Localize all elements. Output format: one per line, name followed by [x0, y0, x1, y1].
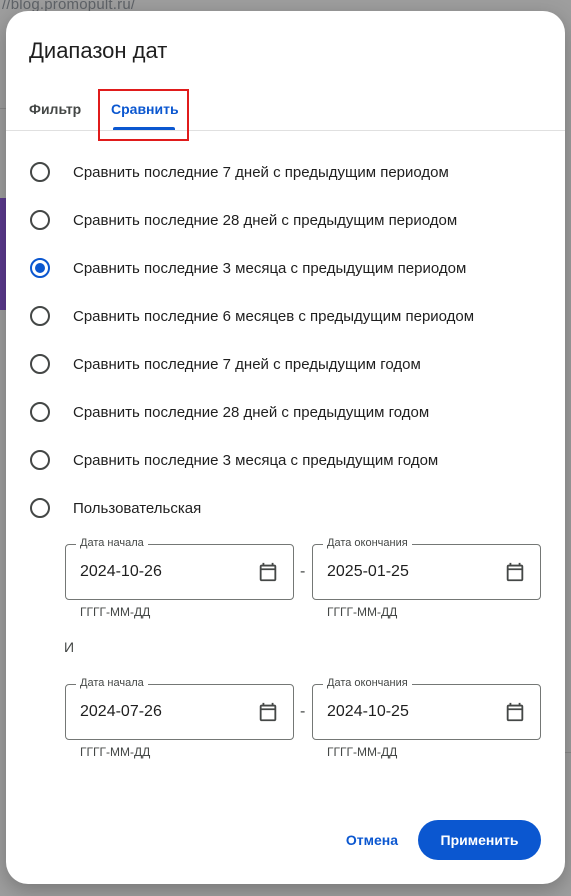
range2-start-date-field[interactable]: Дата начала 2024-07-26: [65, 677, 294, 740]
and-label: И: [64, 639, 75, 655]
radio-button[interactable]: [30, 306, 50, 326]
range2-end-date-field[interactable]: Дата окончания 2024-10-25: [312, 677, 541, 740]
date-field-label: Дата начала: [76, 537, 148, 549]
apply-button[interactable]: Применить: [418, 820, 541, 860]
option-3-months-prev-year[interactable]: Сравнить последние 3 месяца с предыдущим…: [30, 445, 438, 475]
option-label: Пользовательская: [73, 499, 202, 517]
tab-bar: Фильтр Сравнить: [6, 93, 565, 131]
radio-button[interactable]: [30, 402, 50, 422]
tab-highlight-box: [98, 89, 189, 141]
calendar-icon[interactable]: [257, 561, 279, 583]
date-field-value[interactable]: 2024-07-26: [80, 703, 162, 721]
date-format-hint: ГГГГ-ММ-ДД: [327, 605, 398, 619]
option-7-days-prev-year[interactable]: Сравнить последние 7 дней с предыдущим г…: [30, 349, 421, 379]
dialog-title: Диапазон дат: [29, 38, 168, 63]
background-divider: [565, 752, 571, 753]
date-field-label: Дата начала: [76, 677, 148, 689]
option-custom[interactable]: Пользовательская: [30, 493, 201, 523]
radio-button[interactable]: [30, 354, 50, 374]
date-field-value[interactable]: 2024-10-25: [327, 703, 409, 721]
radio-button[interactable]: [30, 210, 50, 230]
cancel-button[interactable]: Отмена: [332, 823, 412, 857]
range1-end-date-field[interactable]: Дата окончания 2025-01-25: [312, 537, 541, 600]
option-7-days-prev-period[interactable]: Сравнить последние 7 дней с предыдущим п…: [30, 157, 449, 187]
date-field-label: Дата окончания: [323, 677, 412, 689]
calendar-icon[interactable]: [504, 561, 526, 583]
date-field-value[interactable]: 2025-01-25: [327, 563, 409, 581]
date-field-value[interactable]: 2024-10-26: [80, 563, 162, 581]
radio-button[interactable]: [30, 162, 50, 182]
option-label: Сравнить последние 7 дней с предыдущим п…: [73, 163, 449, 181]
range1-start-date-field[interactable]: Дата начала 2024-10-26: [65, 537, 294, 600]
option-6-months-prev-period[interactable]: Сравнить последние 6 месяцев с предыдущи…: [30, 301, 474, 331]
option-label: Сравнить последние 28 дней с предыдущим …: [73, 403, 430, 421]
range-separator: -: [300, 703, 306, 720]
tab-filter[interactable]: Фильтр: [29, 101, 81, 117]
option-label: Сравнить последние 28 дней с предыдущим …: [73, 211, 458, 229]
date-range-dialog: Диапазон дат Фильтр Сравнить Сравнить по…: [6, 11, 565, 884]
option-label: Сравнить последние 7 дней с предыдущим г…: [73, 355, 421, 373]
date-format-hint: ГГГГ-ММ-ДД: [327, 745, 398, 759]
option-label: Сравнить последние 3 месяца с предыдущим…: [73, 259, 467, 277]
date-field-label: Дата окончания: [323, 537, 412, 549]
option-label: Сравнить последние 6 месяцев с предыдущи…: [73, 307, 475, 325]
option-28-days-prev-period[interactable]: Сравнить последние 28 дней с предыдущим …: [30, 205, 457, 235]
radio-button-checked[interactable]: [30, 258, 50, 278]
option-3-months-prev-period[interactable]: Сравнить последние 3 месяца с предыдущим…: [30, 253, 466, 283]
date-format-hint: ГГГГ-ММ-ДД: [80, 745, 151, 759]
range-separator: -: [300, 563, 306, 580]
option-label: Сравнить последние 3 месяца с предыдущим…: [73, 451, 439, 469]
option-28-days-prev-year[interactable]: Сравнить последние 28 дней с предыдущим …: [30, 397, 429, 427]
radio-button[interactable]: [30, 498, 50, 518]
date-format-hint: ГГГГ-ММ-ДД: [80, 605, 151, 619]
calendar-icon[interactable]: [504, 701, 526, 723]
radio-button[interactable]: [30, 450, 50, 470]
calendar-icon[interactable]: [257, 701, 279, 723]
